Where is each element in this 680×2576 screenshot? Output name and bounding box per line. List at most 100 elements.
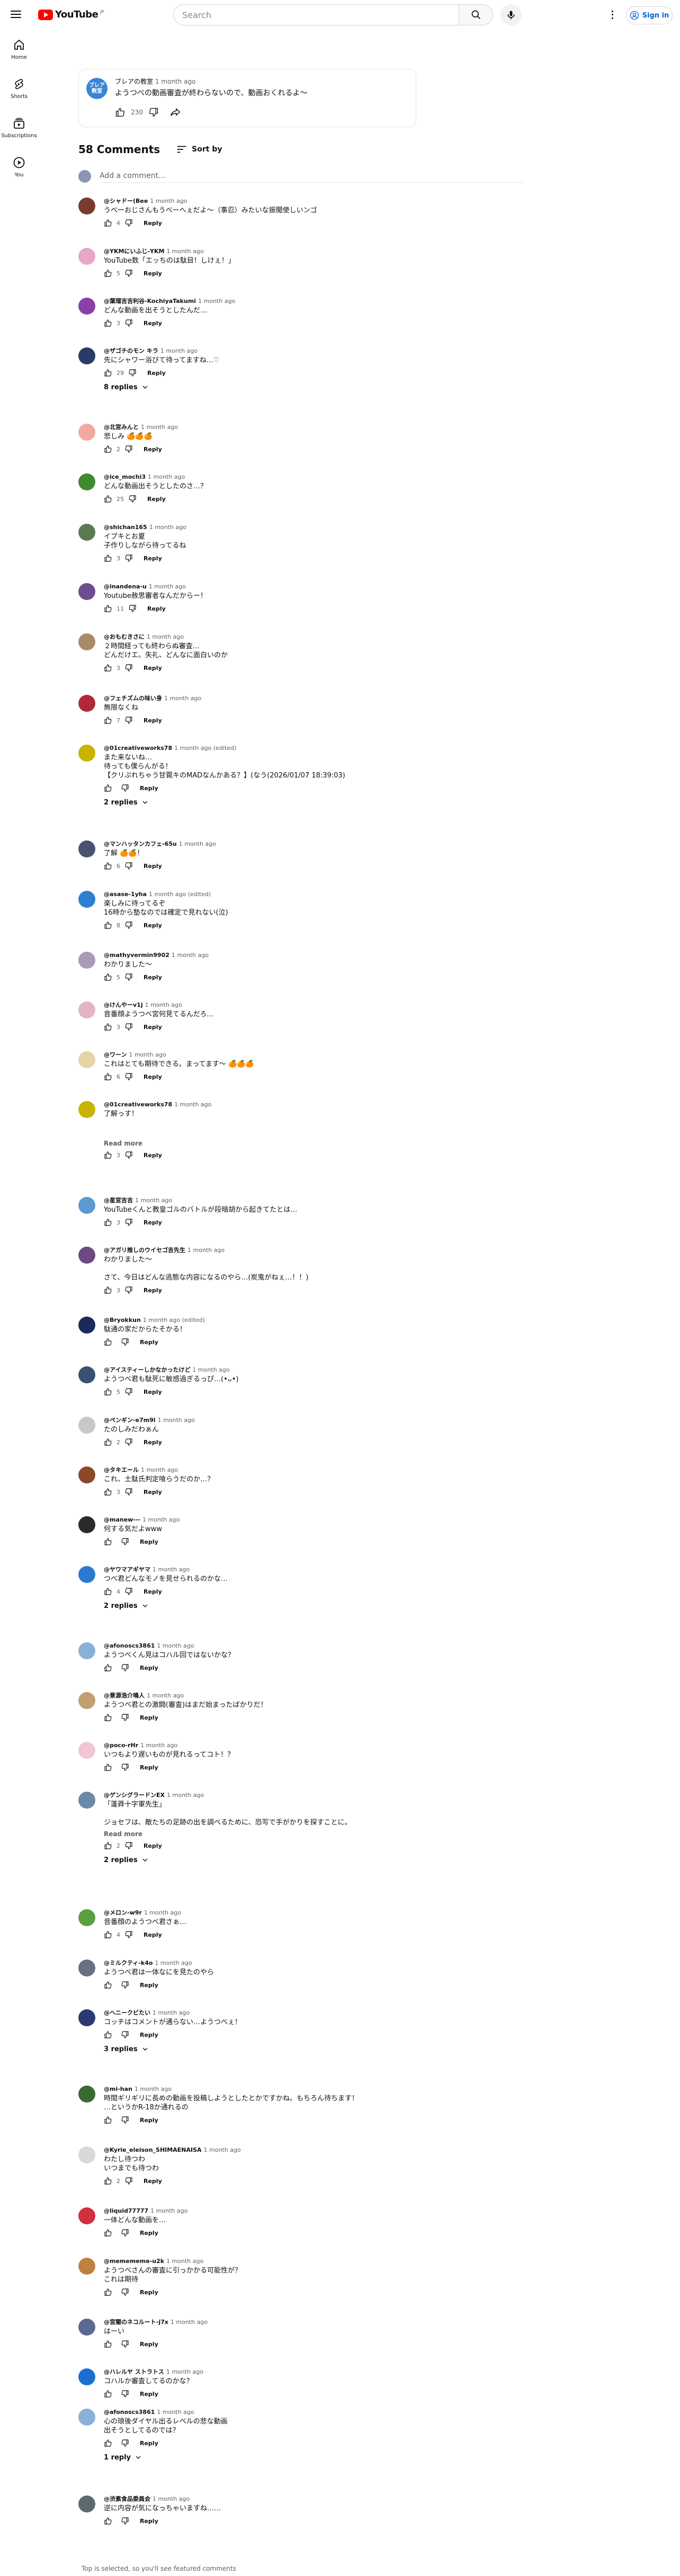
reply-button[interactable]: Reply [140,2341,158,2348]
commenter-avatar[interactable] [78,2368,95,2385]
dislike-icon[interactable] [124,1488,133,1496]
comment-time[interactable]: 1 month ago [153,2009,190,2016]
comment-author[interactable]: @ヘニークビたい [104,2009,150,2016]
commenter-avatar[interactable] [78,198,95,214]
comment-author[interactable]: @おもむきさに [104,633,145,640]
like-icon[interactable] [104,219,112,227]
dislike-icon[interactable] [128,369,137,377]
reply-button[interactable]: Reply [144,1931,162,1938]
like-icon[interactable] [104,2177,112,2185]
reply-button[interactable]: Reply [144,1588,162,1595]
reply-button[interactable]: Reply [144,1287,162,1294]
reply-button[interactable]: Reply [140,2032,158,2038]
commenter-avatar[interactable] [78,1001,95,1018]
commenter-avatar[interactable] [78,2409,95,2426]
dislike-icon[interactable] [121,1338,129,1346]
dislike-icon[interactable] [121,1713,129,1722]
comment-time[interactable]: 1 month ago [147,633,184,640]
sidebar-item-subscriptions[interactable]: Subscriptions [0,108,38,147]
commenter-avatar[interactable] [78,248,95,265]
like-icon[interactable] [104,1023,112,1031]
like-icon[interactable] [104,1151,112,1159]
like-icon[interactable] [104,664,112,672]
channel-avatar[interactable]: ブレア 教室 [86,78,108,99]
reply-button[interactable]: Reply [144,2178,162,2185]
comment-author[interactable]: @ice_mochi3 [104,473,146,480]
like-icon[interactable] [104,921,112,929]
comment-time[interactable]: 1 month ago [153,2496,190,2502]
comment-author[interactable]: @けんやーv1j [104,1001,143,1008]
like-icon[interactable] [104,495,112,503]
comment-time[interactable]: 1 month ago [204,2146,241,2153]
comment-author[interactable]: @景源浩介鳴人 [104,1692,145,1699]
dislike-icon[interactable] [121,1981,129,1989]
reply-button[interactable]: Reply [144,974,162,981]
like-icon[interactable] [104,369,112,377]
commenter-avatar[interactable] [78,840,95,857]
like-icon[interactable] [104,269,112,278]
comment-author[interactable]: @ペンギン-e7m9l [104,1417,156,1424]
comment-time[interactable]: 1 month ago [174,1101,211,1108]
dislike-icon[interactable] [121,2116,129,2124]
dislike-icon[interactable] [121,2288,129,2296]
dislike-icon[interactable] [128,604,137,613]
commenter-avatar[interactable] [78,2086,95,2103]
like-icon[interactable] [104,1388,112,1396]
dislike-icon[interactable] [121,1763,129,1772]
like-icon[interactable] [104,1218,112,1227]
comment-time[interactable]: 1 month ago [140,1742,177,1749]
reply-button[interactable]: Reply [144,1024,162,1031]
comment-author[interactable]: @渋素食品委員会 [104,2496,150,2502]
search-input[interactable]: Search [173,4,459,25]
comment-author[interactable]: @asase-1yha [104,891,147,898]
comment-time[interactable]: 1 month ago [144,1909,181,1916]
comment-author[interactable]: @shichan165 [104,524,147,531]
dislike-icon[interactable] [124,1286,133,1294]
dislike-icon[interactable] [124,1587,133,1596]
like-icon[interactable] [104,1488,112,1496]
dislike-icon[interactable] [124,1072,133,1081]
reply-button[interactable]: Reply [144,1842,162,1849]
dislike-icon[interactable] [121,1537,129,1546]
commenter-avatar[interactable] [78,2319,95,2336]
dislike-icon[interactable] [124,554,133,562]
dislike-icon[interactable] [124,1151,133,1159]
commenter-avatar[interactable] [78,1566,95,1583]
comment-author[interactable]: @memememe-u2k [104,2258,164,2265]
like-icon[interactable] [104,862,112,870]
reply-button[interactable]: Reply [140,2391,158,2398]
voice-search-button[interactable] [500,4,522,25]
like-icon[interactable] [104,784,112,792]
like-icon[interactable] [104,2390,112,2398]
comment-time[interactable]: 1 month ago [164,695,201,702]
like-icon[interactable] [104,973,112,981]
reply-button[interactable]: Reply [140,785,158,792]
comment-time[interactable]: 1 month ago [150,2207,187,2214]
comment-author[interactable]: @manew--- [104,1516,140,1523]
dislike-icon[interactable] [124,1218,133,1227]
dislike-icon[interactable] [124,862,133,870]
commenter-avatar[interactable] [78,1051,95,1068]
reply-button[interactable]: Reply [144,270,162,277]
reply-button[interactable]: Reply [144,555,162,562]
comment-author[interactable]: @タキエール [104,1466,139,1473]
add-comment-input[interactable]: Add a comment... [100,170,523,183]
dislike-icon[interactable] [121,2439,129,2447]
commenter-avatar[interactable] [78,633,95,650]
like-icon[interactable] [104,2288,112,2296]
like-icon[interactable] [104,716,112,724]
comment-time[interactable]: 1 month ago [198,298,235,305]
comment-time[interactable]: 1 month ago [142,1516,180,1523]
reply-button[interactable]: Reply [140,2117,158,2124]
like-icon[interactable] [104,2031,112,2039]
commenter-avatar[interactable] [78,1366,95,1383]
reply-button[interactable]: Reply [144,1152,162,1159]
commenter-avatar[interactable] [78,745,95,762]
reply-button[interactable]: Reply [140,1982,158,1989]
like-icon[interactable] [104,554,112,562]
dislike-icon[interactable] [128,495,137,503]
more-options-icon[interactable] [607,10,618,20]
search-button[interactable] [459,4,493,25]
like-icon[interactable] [104,1981,112,1989]
dislike-icon[interactable] [124,445,133,453]
